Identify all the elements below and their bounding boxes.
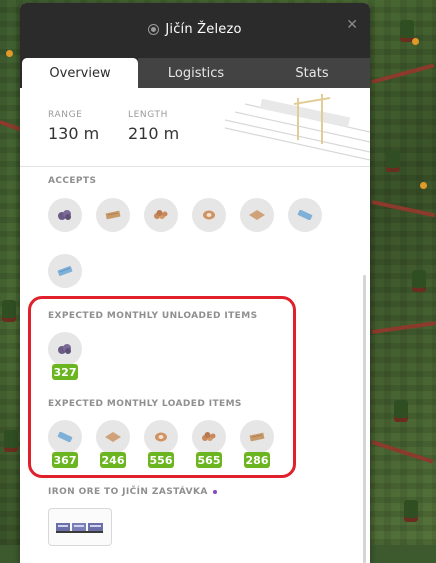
station-summary: RANGE 130 m LENGTH 210 m bbox=[20, 88, 370, 167]
accepts-ore-icon[interactable] bbox=[48, 198, 82, 232]
tab-bar: Overview Logistics Stats bbox=[20, 58, 370, 88]
accepts-label: ACCEPTS bbox=[48, 176, 97, 186]
train-thumbnail[interactable] bbox=[48, 508, 112, 546]
loaded-steel-icon[interactable] bbox=[48, 420, 82, 454]
loaded-label: EXPECTED MONTHLY LOADED ITEMS bbox=[48, 399, 242, 409]
route-color-dot bbox=[212, 489, 217, 494]
tree bbox=[400, 20, 414, 38]
length-label: LENGTH bbox=[128, 110, 168, 120]
length-stat: LENGTH 210 m bbox=[128, 110, 179, 143]
flower bbox=[6, 50, 13, 57]
tree bbox=[386, 150, 400, 168]
flower bbox=[420, 182, 427, 189]
accepts-steel-bars-icon[interactable] bbox=[48, 254, 82, 288]
rail-track bbox=[371, 321, 436, 334]
range-label: RANGE bbox=[48, 110, 83, 120]
accepts-barrel-icon[interactable] bbox=[192, 198, 226, 232]
tree bbox=[2, 300, 16, 318]
rail-track bbox=[371, 200, 436, 218]
loaded-count-badge: 556 bbox=[148, 452, 174, 468]
tab-stats[interactable]: Stats bbox=[254, 58, 370, 88]
range-stat: RANGE 130 m bbox=[48, 110, 99, 143]
unloaded-ore-icon[interactable] bbox=[48, 332, 82, 366]
unloaded-count-badge: 327 bbox=[52, 364, 78, 380]
accepts-logs-icon[interactable] bbox=[144, 198, 178, 232]
tab-logistics[interactable]: Logistics bbox=[138, 58, 254, 88]
station-panel: Jičín Železo ✕ Overview Logistics Stats … bbox=[20, 3, 370, 563]
unloaded-label: EXPECTED MONTHLY UNLOADED ITEMS bbox=[48, 311, 258, 321]
accepts-steel-icon[interactable] bbox=[288, 198, 322, 232]
route-label-text: IRON ORE TO JIČÍN ZASTÁVKA bbox=[48, 487, 208, 497]
rail-track bbox=[371, 63, 435, 84]
close-icon[interactable]: ✕ bbox=[346, 17, 358, 33]
accepts-plank-icon[interactable] bbox=[240, 198, 274, 232]
panel-title: Jičín Železo bbox=[165, 22, 242, 37]
route-label[interactable]: IRON ORE TO JIČÍN ZASTÁVKA bbox=[48, 487, 217, 497]
overview-content: ACCEPTS EXPECTED MONTHLY UNLOADED ITEMS … bbox=[20, 166, 370, 563]
loaded-logs-icon[interactable] bbox=[192, 420, 226, 454]
tree bbox=[394, 400, 408, 418]
range-value: 130 m bbox=[48, 124, 100, 143]
rail-track bbox=[371, 440, 434, 464]
flower bbox=[412, 38, 419, 45]
tree bbox=[412, 270, 426, 288]
loaded-count-badge: 286 bbox=[244, 452, 270, 468]
tab-overview[interactable]: Overview bbox=[22, 58, 138, 88]
scrollbar[interactable] bbox=[363, 275, 366, 563]
tree bbox=[404, 500, 418, 518]
loaded-wood-planks-icon[interactable] bbox=[240, 420, 274, 454]
panel-header: Jičín Železo ✕ bbox=[20, 3, 370, 58]
tree bbox=[4, 430, 18, 448]
accepts-wood-planks-icon[interactable] bbox=[96, 198, 130, 232]
station-icon bbox=[148, 24, 160, 35]
loaded-barrel-icon[interactable] bbox=[144, 420, 178, 454]
loaded-count-badge: 367 bbox=[52, 452, 78, 468]
loaded-plank-icon[interactable] bbox=[96, 420, 130, 454]
length-value: 210 m bbox=[128, 124, 180, 143]
station-illustration bbox=[224, 94, 370, 161]
loaded-count-badge: 246 bbox=[100, 452, 126, 468]
train-icon bbox=[56, 523, 103, 533]
loaded-count-badge: 565 bbox=[196, 452, 222, 468]
